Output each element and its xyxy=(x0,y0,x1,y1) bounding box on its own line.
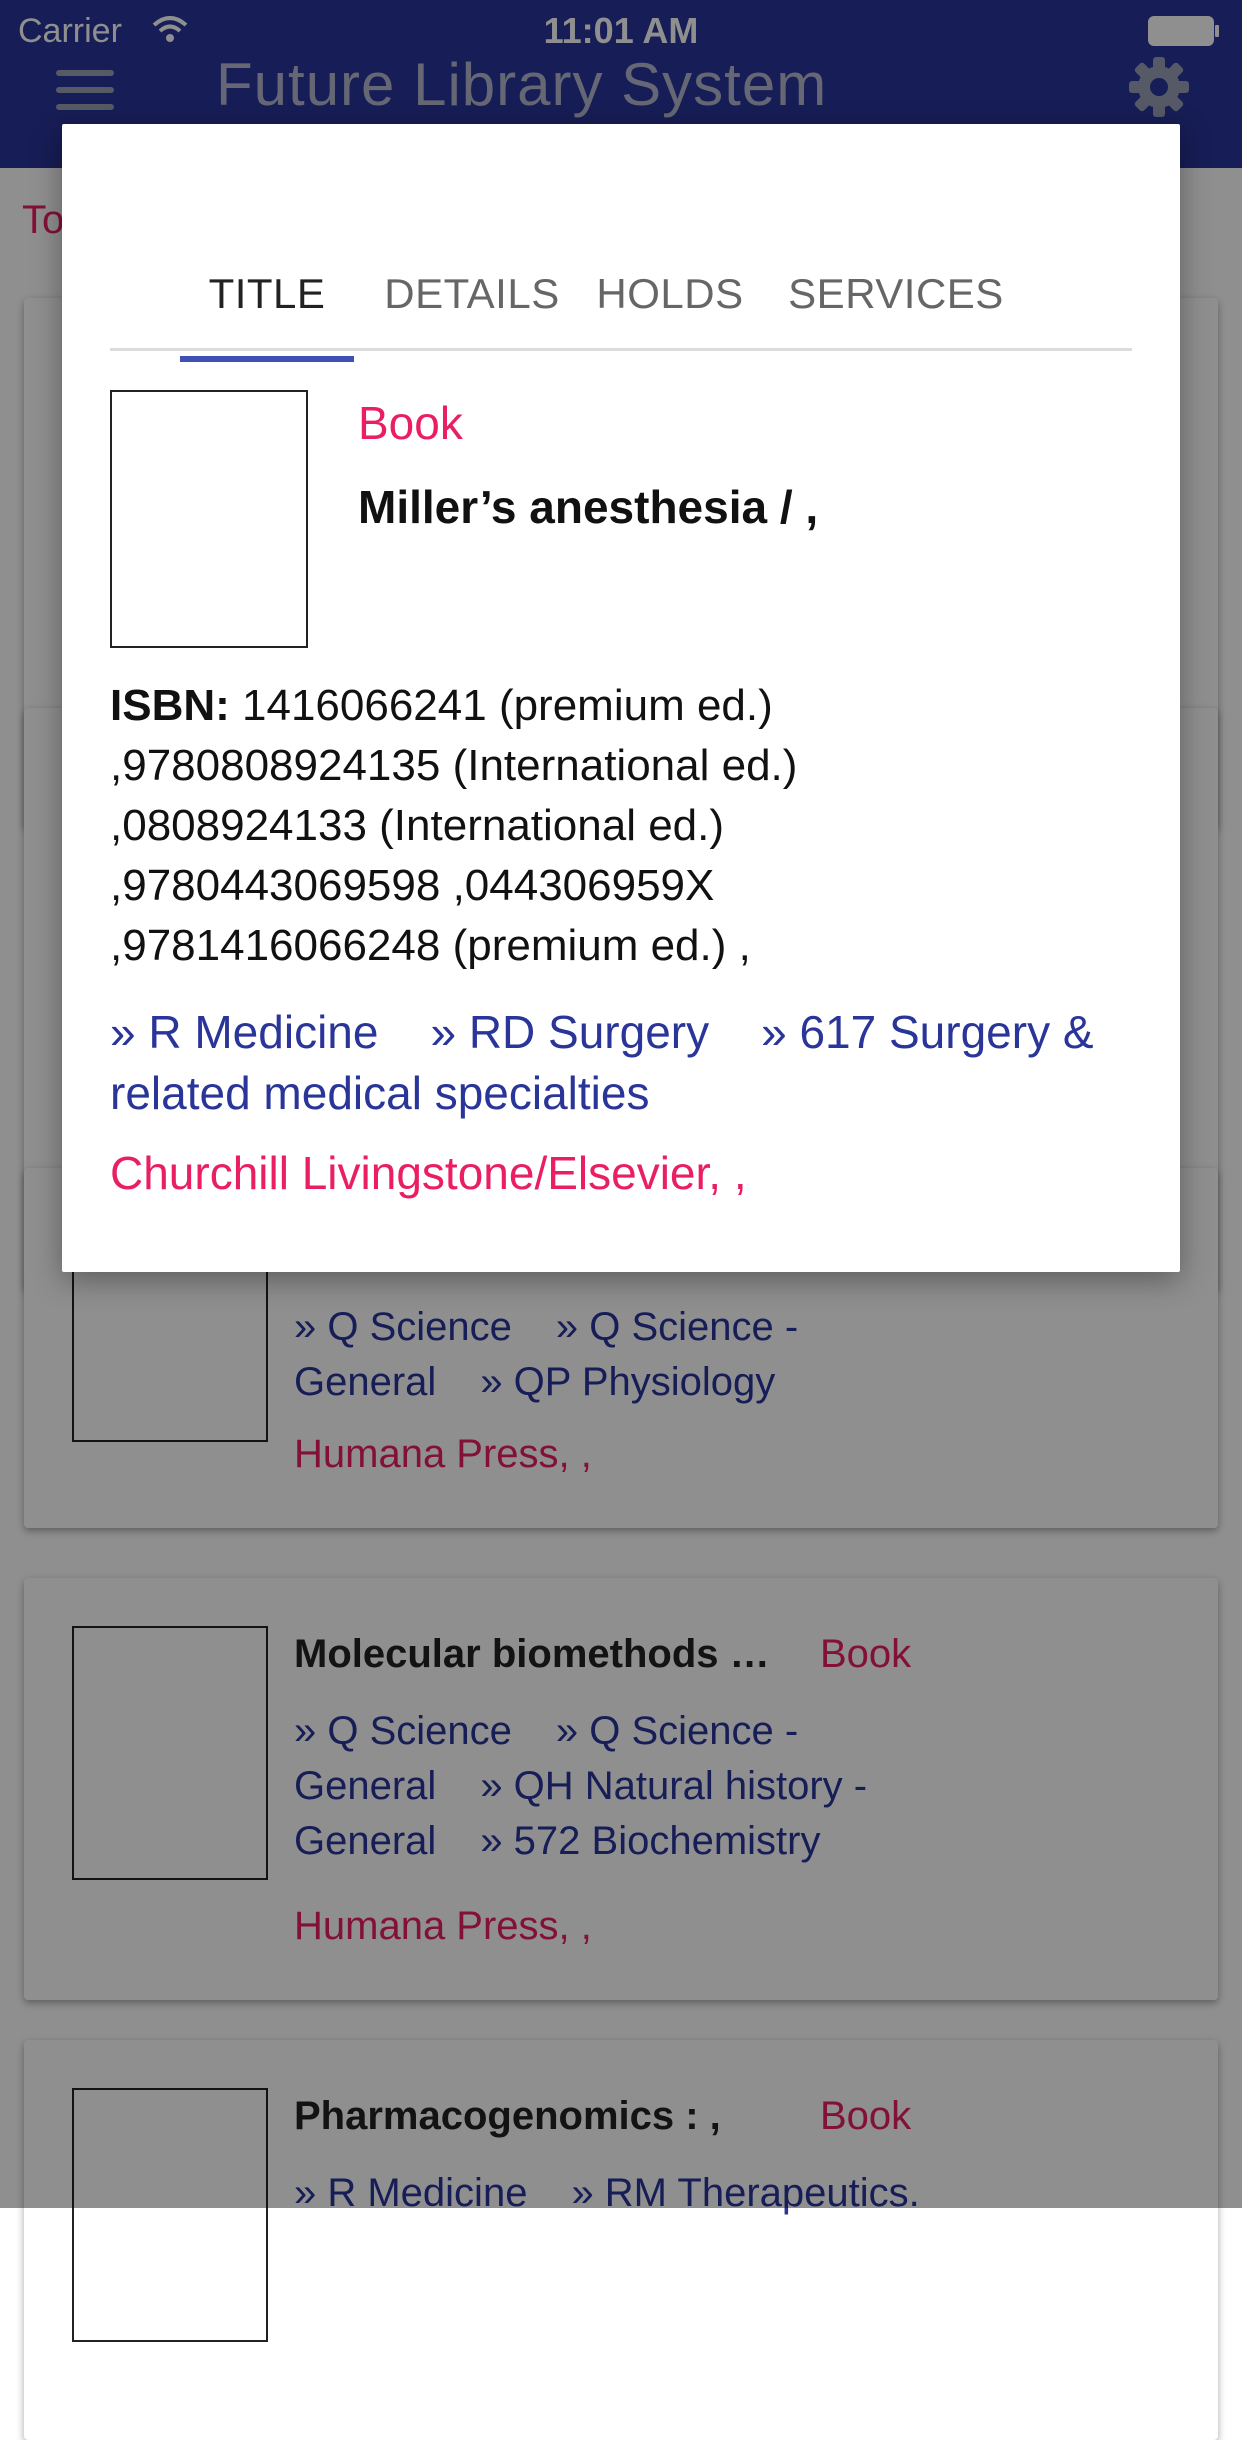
item-detail-modal: TITLE DETAILS HOLDS SERVICES Book Miller… xyxy=(62,124,1180,1272)
isbn-value: ,9780808924135 (International ed.) xyxy=(110,741,798,790)
tab-details[interactable]: DETAILS xyxy=(382,264,562,348)
isbn-value: ,0808924133 (International ed.) xyxy=(110,801,725,850)
active-tab-indicator xyxy=(180,356,354,362)
subject-link-r-medicine[interactable]: » R Medicine xyxy=(110,1006,378,1058)
tab-services[interactable]: SERVICES xyxy=(776,264,1016,348)
isbn-value: ,9780443069598 ,044306959X xyxy=(110,861,715,910)
subject-link-rd-surgery[interactable]: » RD Surgery xyxy=(430,1006,709,1058)
isbn-label: ISBN: xyxy=(110,681,230,730)
item-type: Book xyxy=(358,397,463,449)
item-title: Miller’s anesthesia / , xyxy=(358,481,819,533)
detail-tabs: TITLE DETAILS HOLDS SERVICES xyxy=(110,264,1132,351)
publisher: Churchill Livingstone/Elsevier, , xyxy=(110,1147,747,1199)
subject-links: » R Medicine» RD Surgery» 617 Surgery & … xyxy=(110,1002,1140,1124)
isbn-value: ,9781416066248 (premium ed.) , xyxy=(110,921,751,970)
tab-holds[interactable]: HOLDS xyxy=(596,264,744,348)
isbn-list: ISBN: 1416066241 (premium ed.) ,97808089… xyxy=(110,676,1140,976)
tab-title[interactable]: TITLE xyxy=(180,264,354,348)
cover-thumbnail xyxy=(110,390,308,648)
isbn-value: 1416066241 (premium ed.) xyxy=(229,681,773,730)
